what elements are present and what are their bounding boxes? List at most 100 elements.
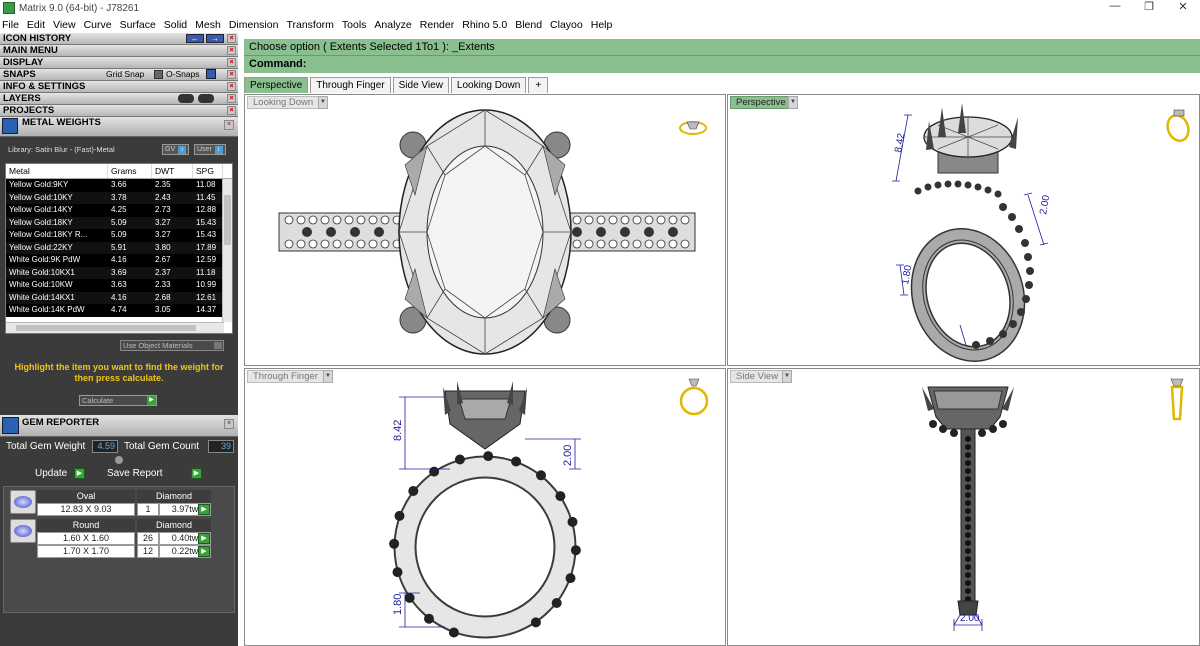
table-row[interactable]: Yellow Gold:18KY R... 5.09 3.27 15.43 [6,229,232,242]
tab-looking-down[interactable]: Looking Down [450,77,527,93]
tab-through-finger[interactable]: Through Finger [310,77,391,93]
menu-clayoo[interactable]: Clayoo [550,19,583,31]
osnaps-toggle[interactable]: O-Snaps [166,69,200,80]
section-icon-history[interactable]: ICON HISTORY ← → × [0,33,238,45]
menu-help[interactable]: Help [591,19,613,31]
close-icon[interactable]: × [227,106,236,115]
history-forward-button[interactable]: → [206,34,224,43]
table-row[interactable]: White Gold:14K PdW 4.74 3.05 14.37 [6,304,232,317]
menu-blend[interactable]: Blend [515,19,542,31]
menu-transform[interactable]: Transform [286,19,333,31]
col-dwt[interactable]: DWT [152,164,193,178]
pave-stone [454,454,465,465]
update-button[interactable]: Update [35,467,67,481]
close-icon[interactable]: × [224,419,234,429]
eye-icon[interactable] [178,94,194,103]
save-report-play-icon[interactable]: ▶ [191,468,202,479]
menu-rhino[interactable]: Rhino 5.0 [462,19,507,31]
gem-count[interactable]: 1 [137,503,159,516]
table-row[interactable]: White Gold:14KX1 4.16 2.68 12.61 [6,291,232,304]
close-icon[interactable]: × [227,94,236,103]
close-icon[interactable]: × [227,70,236,79]
minimize-button[interactable]: — [1098,0,1132,13]
chevron-down-icon[interactable]: ▼ [782,370,792,383]
table-row[interactable]: White Gold:10KW 3.63 2.33 10.99 [6,279,232,292]
viewport-label[interactable]: Perspective [730,96,792,109]
table-row[interactable]: Yellow Gold:22KY 5.91 3.80 17.89 [6,241,232,254]
update-play-icon[interactable]: ▶ [74,468,85,479]
select-gem-arrow-icon[interactable]: ▶ [198,546,210,557]
vertical-scrollbar[interactable] [222,179,232,322]
close-icon[interactable]: × [227,58,236,67]
section-projects[interactable]: PROJECTS × [0,105,238,117]
use-object-materials-dropdown[interactable]: Use Object Materials [120,340,224,351]
gem-size[interactable]: 1.60 X 1.60 [37,532,135,545]
menu-mesh[interactable]: Mesh [195,19,221,31]
viewport-through-finger[interactable]: 8.42 2.00 1.80 Through Finger ▼ [244,368,726,646]
gv-toggle[interactable]: GV i [162,144,190,155]
horizontal-scrollbar[interactable] [6,322,224,333]
menu-edit[interactable]: Edit [27,19,45,31]
chevron-down-icon[interactable]: ▼ [788,96,798,109]
chevron-down-icon[interactable]: ▼ [318,96,328,109]
close-icon[interactable]: × [227,34,236,43]
tab-perspective[interactable]: Perspective [244,77,309,93]
close-button[interactable]: ✕ [1166,0,1200,13]
calculate-button[interactable]: Calculate ▶ [79,395,157,406]
splitter-handle[interactable] [115,456,123,464]
section-main-menu[interactable]: MAIN MENU × [0,45,238,57]
osnap-checkbox[interactable] [154,70,163,79]
close-icon[interactable]: × [227,46,236,55]
close-icon[interactable]: × [224,120,234,130]
grid-snap-toggle[interactable]: Grid Snap [106,69,144,80]
col-grams[interactable]: Grams [108,164,152,178]
viewport-label[interactable]: Looking Down [247,96,320,109]
eye-off-icon[interactable] [198,94,214,103]
close-icon[interactable]: × [227,82,236,91]
scroll-thumb[interactable] [16,325,196,331]
osnap-settings-icon[interactable] [206,69,216,79]
tab-side-view[interactable]: Side View [392,77,449,93]
section-layers[interactable]: LAYERS × [0,93,238,105]
col-metal[interactable]: Metal [6,164,108,178]
gem-count[interactable]: 12 [137,545,159,558]
menu-tools[interactable]: Tools [342,19,367,31]
chevron-down-icon[interactable]: ▼ [323,370,333,383]
menu-view[interactable]: View [53,19,76,31]
select-gem-arrow-icon[interactable]: ▶ [198,533,210,544]
select-gem-arrow-icon[interactable]: ▶ [198,504,210,515]
section-info-settings[interactable]: INFO & SETTINGS × [0,81,238,93]
restore-button[interactable]: ❐ [1132,0,1166,13]
table-row[interactable]: Yellow Gold:18KY 5.09 3.27 15.43 [6,216,232,229]
viewport-label[interactable]: Through Finger [247,370,324,383]
viewport-label[interactable]: Side View [730,370,785,383]
menu-analyze[interactable]: Analyze [374,19,411,31]
section-snaps[interactable]: SNAPS Grid Snap O-Snaps × [0,69,238,81]
gem-count[interactable]: 26 [137,532,159,545]
menu-curve[interactable]: Curve [84,19,112,31]
save-report-button[interactable]: Save Report [107,467,163,481]
table-row[interactable]: Yellow Gold:9KY 3.66 2.35 11.08 [6,179,232,192]
history-back-button[interactable]: ← [186,34,204,43]
menu-surface[interactable]: Surface [120,19,156,31]
menu-render[interactable]: Render [420,19,454,31]
gem-size[interactable]: 12.83 X 9.03 [37,503,135,516]
command-prompt[interactable]: Command: [244,56,1200,73]
viewport-side-view[interactable]: 2.00 Side View ▼ [727,368,1200,646]
menu-solid[interactable]: Solid [164,19,187,31]
section-display[interactable]: DISPLAY × [0,57,238,69]
gem-size[interactable]: 1.70 X 1.70 [37,545,135,558]
menu-dimension[interactable]: Dimension [229,19,279,31]
viewport-looking-down[interactable]: Looking Down ▼ [244,94,726,366]
table-row[interactable]: White Gold:9K PdW 4.16 2.67 12.59 [6,254,232,267]
scroll-thumb[interactable] [224,195,231,245]
table-row[interactable]: Yellow Gold:10KY 3.78 2.43 11.45 [6,191,232,204]
user-toggle[interactable]: User i [194,144,226,155]
metal-table: Metal Grams DWT SPG Yellow Gold:9KY 3.66 2… [5,163,233,334]
menu-file[interactable]: File [2,19,19,31]
add-tab-button[interactable]: + [528,77,549,93]
viewport-perspective[interactable]: 8.42 2.00 1.80 Perspective ▼ [727,94,1200,366]
col-spg[interactable]: SPG [193,164,223,178]
table-row[interactable]: Yellow Gold:14KY 4.25 2.73 12.88 [6,204,232,217]
table-row[interactable]: White Gold:10KX1 3.69 2.37 11.18 [6,266,232,279]
